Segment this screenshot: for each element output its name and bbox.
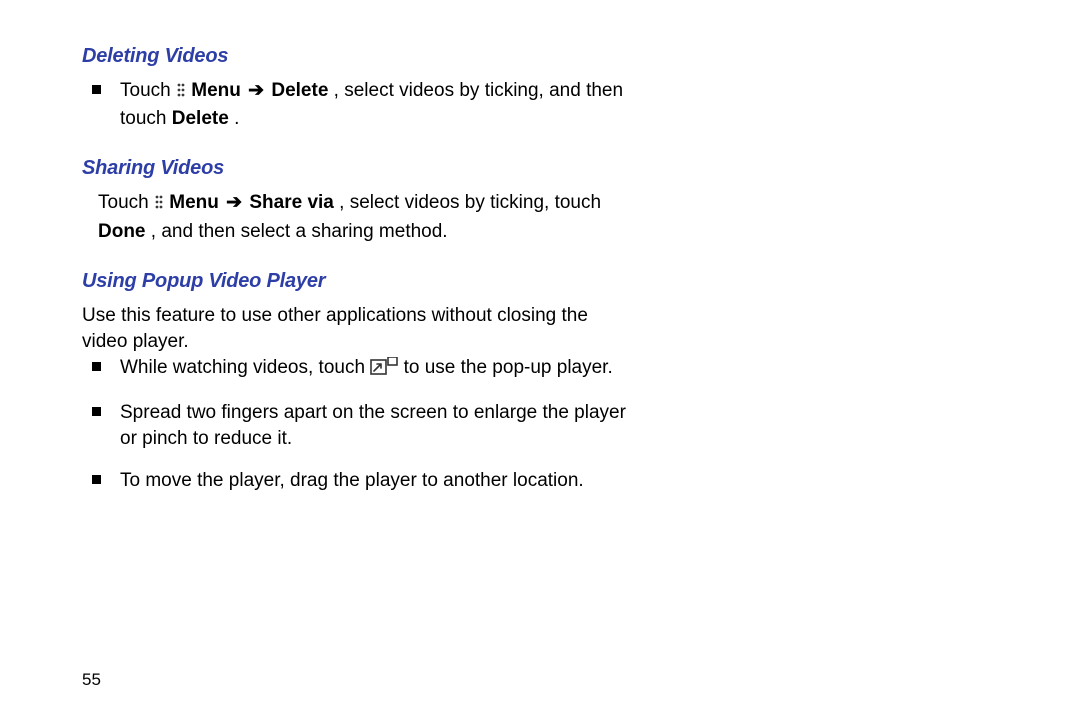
- popup-item-1: While watching videos, touch to use the …: [120, 355, 637, 383]
- content-column: Deleting Videos Touch Menu: [82, 44, 637, 494]
- menu-word: Menu: [169, 192, 219, 213]
- arrow-icon: ➔: [224, 190, 244, 216]
- text-pre: While watching videos, touch: [120, 357, 370, 378]
- text-pre: Touch: [98, 192, 154, 213]
- arrow-icon: ➔: [246, 78, 266, 104]
- popup-item-3: To move the player, drag the player to a…: [120, 468, 637, 494]
- text-post: .: [234, 108, 239, 129]
- deleting-list: Touch Menu ➔ Delete: [82, 78, 637, 132]
- delete-word-2: Delete: [172, 108, 229, 129]
- heading-deleting-videos: Deleting Videos: [82, 44, 637, 68]
- heading-sharing-videos: Sharing Videos: [82, 156, 637, 180]
- manual-page: Deleting Videos Touch Menu: [0, 0, 1080, 720]
- popup-list: While watching videos, touch to use the …: [82, 355, 637, 494]
- page-number: 55: [82, 670, 101, 690]
- sharing-paragraph: Touch Menu ➔ Share via , select videos b…: [82, 190, 637, 244]
- popup-item-2: Spread two fingers apart on the screen t…: [120, 400, 637, 452]
- share-via-word: Share via: [249, 192, 334, 213]
- text-post: , and then select a sharing method.: [151, 221, 448, 242]
- delete-word: Delete: [271, 80, 328, 101]
- popup-icon: [370, 357, 398, 383]
- done-word: Done: [98, 221, 146, 242]
- deleting-item: Touch Menu ➔ Delete: [120, 78, 637, 132]
- menu-icon: [154, 192, 164, 218]
- text-post: to use the pop-up player.: [404, 357, 613, 378]
- menu-icon: [176, 80, 186, 106]
- heading-popup-player: Using Popup Video Player: [82, 269, 637, 293]
- text-mid: , select videos by ticking, touch: [339, 192, 601, 213]
- popup-intro: Use this feature to use other applicatio…: [82, 303, 637, 355]
- menu-word: Menu: [191, 80, 241, 101]
- text-pre: Touch: [120, 80, 176, 101]
